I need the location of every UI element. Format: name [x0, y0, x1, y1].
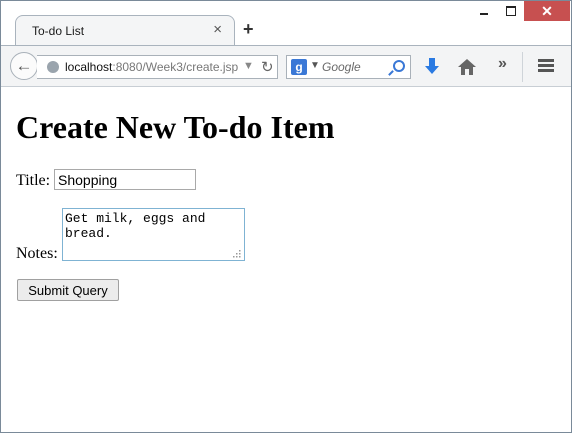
hamburger-menu-icon[interactable] — [538, 59, 554, 73]
navigation-bar: ← localhost:8080/Week3/create.jsp ▼ ↻ g … — [1, 45, 571, 87]
close-window-button[interactable]: ✕ — [524, 1, 570, 21]
title-label: Title: — [16, 172, 51, 189]
globe-icon — [47, 61, 59, 73]
page-title: Create New To-do Item — [16, 109, 335, 145]
url-path: :8080/Week3/create.jsp — [112, 60, 239, 74]
url-dropdown-icon[interactable]: ▼ — [243, 60, 254, 72]
tab-close-icon[interactable]: × — [213, 21, 222, 39]
url-text[interactable]: localhost:8080/Week3/create.jsp — [65, 60, 238, 74]
tab-title: To-do List — [32, 24, 85, 38]
notes-textarea[interactable]: Get milk, eggs and bread. — [62, 208, 245, 261]
back-button[interactable]: ← — [10, 52, 38, 80]
back-arrow-icon: ← — [15, 56, 33, 75]
tab-todo-list[interactable]: To-do List × — [15, 15, 235, 45]
title-input[interactable] — [54, 169, 196, 190]
minimize-button[interactable] — [468, 1, 498, 21]
url-bar[interactable]: localhost:8080/Week3/create.jsp ▼ ↻ — [37, 55, 278, 79]
url-host: localhost — [65, 60, 113, 74]
resize-grip-icon[interactable] — [233, 250, 241, 258]
tab-strip: To-do List × + ✕ — [1, 1, 571, 45]
notes-label: Notes: — [16, 245, 58, 262]
google-engine-icon[interactable]: g — [291, 59, 307, 75]
toolbar-separator — [522, 52, 523, 82]
close-icon: ✕ — [541, 3, 553, 19]
search-bar[interactable]: g ▼ Google — [286, 55, 411, 79]
new-tab-button[interactable]: + — [243, 20, 254, 38]
download-icon[interactable] — [423, 57, 441, 75]
reload-icon[interactable]: ↻ — [261, 58, 274, 76]
submit-button[interactable]: Submit Query — [17, 279, 119, 301]
search-icon[interactable] — [393, 60, 405, 72]
home-icon[interactable] — [457, 58, 477, 76]
search-placeholder: Google — [322, 60, 361, 74]
engine-dropdown-icon[interactable]: ▼ — [310, 60, 320, 71]
maximize-button[interactable] — [498, 1, 524, 21]
browser-window: To-do List × + ✕ ← localhost:8080/Week3/… — [0, 0, 572, 433]
overflow-icon[interactable]: » — [498, 55, 507, 73]
page-content: Create New To-do Item Title: Notes: Get … — [1, 87, 571, 432]
